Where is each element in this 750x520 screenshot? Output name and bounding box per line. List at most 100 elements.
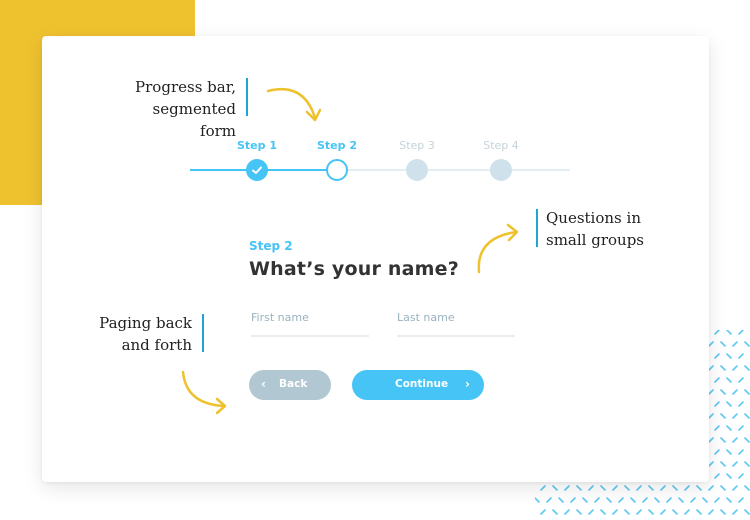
dash-mark [666,497,672,503]
annotation-text: small groups [546,231,644,249]
dash-mark [732,365,738,371]
annotation-text: and forth [121,336,192,354]
dash-mark [612,485,618,491]
step-4-indicator[interactable] [490,159,512,181]
annotation-questions: Questions in small groups [536,207,676,251]
dash-mark [708,437,714,443]
dash-mark [732,509,738,515]
dash-mark [738,353,744,359]
dash-mark [648,485,654,491]
dash-mark [576,485,582,491]
dash-mark [648,509,654,515]
dash-mark [720,389,726,395]
dash-mark [726,377,732,383]
dash-mark [582,497,588,503]
dash-mark [720,461,726,467]
step-2-indicator[interactable] [326,159,348,181]
last-name-field[interactable]: Last name [397,311,515,337]
dash-mark [684,509,690,515]
first-name-placeholder: First name [251,311,309,324]
dash-mark [660,485,666,491]
annotation-text: Paging back [99,314,192,332]
annotation-bar [202,314,204,352]
dash-mark [732,413,738,419]
dash-mark [720,341,726,347]
dash-mark [690,497,696,503]
dash-mark [708,509,714,515]
dash-mark [720,485,726,491]
back-button-label: Back [279,378,308,390]
curved-arrow-icon [181,370,227,415]
dash-mark [738,330,744,335]
annotation-paging: Paging back and forth [82,312,204,356]
dash-mark [684,485,690,491]
dash-mark [732,389,738,395]
dash-mark [588,485,594,491]
dash-mark [738,377,744,383]
dash-mark [714,425,720,431]
annotation-bar [246,78,248,116]
dash-mark [708,341,714,347]
dash-mark [672,509,678,515]
dash-mark [732,437,738,443]
dash-mark [612,509,618,515]
dash-mark [535,497,540,503]
dash-mark [636,509,642,515]
dash-mark [726,497,732,503]
dash-mark [600,485,606,491]
dash-mark [720,509,726,515]
first-name-field[interactable]: First name [251,311,369,337]
last-name-placeholder: Last name [397,311,455,324]
dash-mark [558,497,564,503]
dash-mark [654,497,660,503]
annotation-text: Questions in [546,209,641,227]
dash-mark [618,497,624,503]
dash-mark [636,485,642,491]
annotation-progress-bar: Progress bar, segmented form [112,76,248,142]
dash-mark [714,449,720,455]
dash-mark [564,485,570,491]
dash-mark [588,509,594,515]
dash-mark [540,485,546,491]
dash-mark [696,485,702,491]
step-3-indicator[interactable] [406,159,428,181]
dash-mark [594,497,600,503]
dash-mark [708,365,714,371]
dash-mark [738,449,744,455]
dash-mark [606,497,612,503]
dash-mark [546,497,552,503]
dash-mark [738,473,744,479]
step-label: Step 1 [237,139,277,152]
dash-mark [744,341,750,347]
back-button[interactable]: ‹ Back [249,370,331,400]
continue-button[interactable]: Continue › [352,370,484,400]
dash-mark [552,485,558,491]
dash-mark [720,437,726,443]
dash-mark [570,497,576,503]
dash-mark [726,425,732,431]
dash-mark [744,365,750,371]
dash-mark [708,389,714,395]
dash-mark [720,365,726,371]
form-step-label: Step 2 [249,239,293,253]
step-1-indicator[interactable] [246,159,268,181]
curved-arrow-icon [266,87,322,122]
dash-mark [714,377,720,383]
chevron-right-icon: › [465,377,470,391]
annotation-bar [536,209,538,247]
dash-mark [744,461,750,467]
dash-mark [624,485,630,491]
dash-mark [540,509,546,515]
continue-button-label: Continue [395,378,449,390]
dash-mark [732,485,738,491]
dash-mark [576,509,582,515]
dash-mark [738,497,744,503]
dash-mark [726,449,732,455]
curved-arrow-icon [477,223,519,274]
dash-mark [708,485,714,491]
dash-mark [714,353,720,359]
dash-mark [714,497,720,503]
form-title: What’s your name? [249,258,459,280]
dash-mark [744,413,750,419]
dash-mark [564,509,570,515]
